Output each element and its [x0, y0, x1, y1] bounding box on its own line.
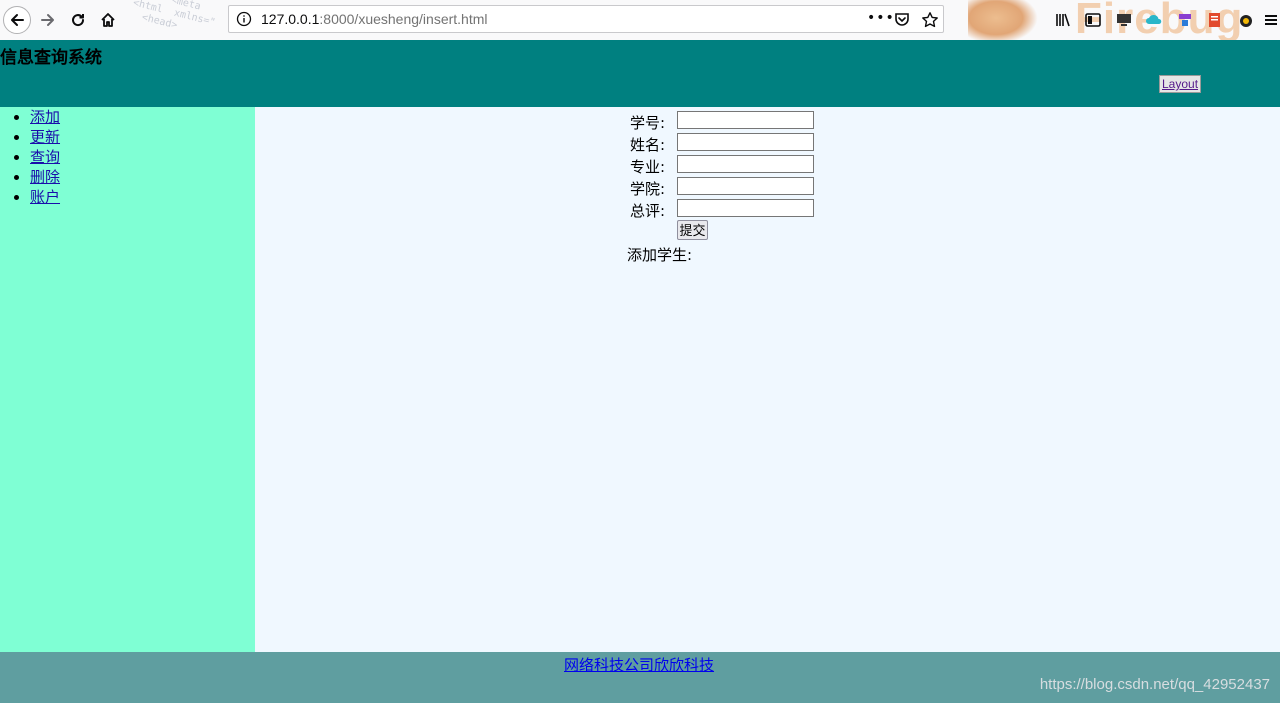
sidebar: 添加 更新 查询 删除 账户: [0, 107, 255, 652]
monitor-icon[interactable]: [1115, 11, 1133, 29]
menu-icon[interactable]: [1264, 11, 1278, 29]
form-row-college: 学院:: [255, 176, 665, 198]
form-row-name: 姓名:: [255, 132, 665, 154]
sidebar-link-account[interactable]: 账户: [30, 188, 60, 206]
home-icon: [101, 13, 115, 27]
major-input[interactable]: [677, 155, 814, 173]
home-button[interactable]: [94, 6, 122, 34]
sidebar-item-add: 添加: [30, 107, 255, 127]
cloud-icon[interactable]: [1145, 11, 1163, 29]
extension-notes-icon[interactable]: [1206, 11, 1224, 29]
sidebar-link-add[interactable]: 添加: [30, 108, 60, 126]
sidebar-item-update: 更新: [30, 127, 255, 147]
bookmark-star-icon[interactable]: [921, 11, 939, 29]
address-bar[interactable]: 127.0.0.1:8000/xuesheng/insert.html •••: [228, 5, 944, 33]
browser-toolbar: <head> <meta <html xmlns=" <head> Firebu…: [0, 0, 1280, 41]
sidebar-toggle-icon[interactable]: [1084, 11, 1102, 29]
sidebar-item-account: 账户: [30, 187, 255, 207]
forward-button[interactable]: [34, 6, 62, 34]
page-footer: 网络科技公司欣欣科技 https://blog.csdn.net/qq_4295…: [0, 652, 1280, 703]
form-row-overall-grade: 总评:: [255, 198, 665, 220]
major-label: 专业:: [629, 158, 665, 176]
arrow-right-icon: [41, 14, 54, 26]
footer-company-link[interactable]: 网络科技公司欣欣科技: [564, 654, 714, 675]
college-input[interactable]: [677, 177, 814, 195]
arrow-left-icon: [11, 14, 24, 26]
info-icon[interactable]: [236, 11, 252, 27]
name-input[interactable]: [677, 133, 814, 151]
sidebar-menu: 添加 更新 查询 删除 账户: [0, 107, 255, 207]
url-text[interactable]: 127.0.0.1:8000/xuesheng/insert.html: [261, 11, 488, 27]
url-path: :8000/xuesheng/insert.html: [319, 11, 488, 27]
college-label: 学院:: [629, 180, 665, 198]
sidebar-link-delete[interactable]: 删除: [30, 168, 60, 186]
student-id-label: 学号:: [629, 114, 665, 132]
page-title: 信息查询系统: [0, 48, 102, 68]
main-content: 学号: 姓名: 专业: 学院: 总评: 提交 添加学生:: [255, 107, 1280, 652]
theme-decoration: <head> <meta <html xmlns=" <head>: [123, 0, 217, 32]
firebug-theme-bug: [968, 0, 1038, 40]
sidebar-link-query[interactable]: 查询: [30, 148, 60, 166]
reload-button[interactable]: [64, 6, 92, 34]
sidebar-link-update[interactable]: 更新: [30, 128, 60, 146]
add-student-result: 添加学生:: [627, 246, 693, 264]
student-id-input[interactable]: [677, 111, 814, 129]
url-host: 127.0.0.1: [261, 11, 320, 27]
back-button[interactable]: [3, 6, 31, 34]
blog-watermark: https://blog.csdn.net/qq_42952437: [1039, 676, 1270, 693]
library-icon[interactable]: [1054, 11, 1072, 29]
page-actions-icon[interactable]: •••: [867, 10, 895, 26]
page-header: 信息查询系统 Layout: [0, 40, 1280, 107]
reload-icon: [72, 14, 85, 27]
sidebar-item-query: 查询: [30, 147, 255, 167]
sidebar-item-delete: 删除: [30, 167, 255, 187]
form-row-student-id: 学号:: [255, 110, 665, 132]
layout-button[interactable]: Layout: [1159, 75, 1202, 93]
form-row-major: 专业:: [255, 154, 665, 176]
name-label: 姓名:: [629, 136, 665, 154]
extension-bug-icon[interactable]: [1237, 11, 1255, 29]
pocket-icon[interactable]: [893, 11, 911, 29]
overall-grade-input[interactable]: [677, 199, 814, 217]
submit-button[interactable]: 提交: [677, 220, 708, 240]
overall-grade-label: 总评:: [629, 202, 665, 220]
extension-translate-icon[interactable]: [1176, 11, 1194, 29]
